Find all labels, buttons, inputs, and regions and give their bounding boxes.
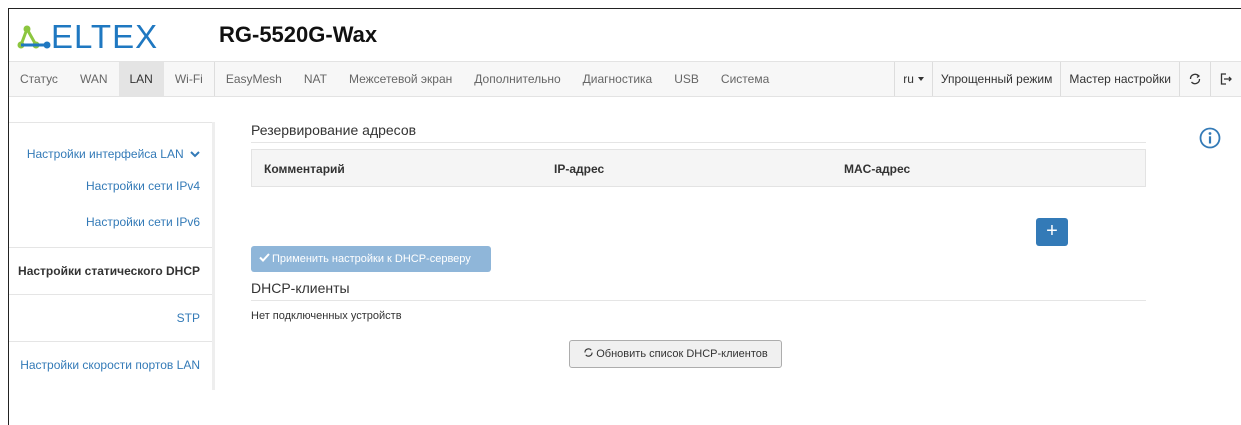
refresh-icon xyxy=(584,348,593,357)
tab-4[interactable]: EasyMesh xyxy=(213,62,293,96)
caret-down-icon xyxy=(917,77,924,81)
sidebar-item-stp[interactable]: STP xyxy=(9,311,212,325)
language-dropdown[interactable]: ru xyxy=(894,62,932,96)
column-header-comment: Комментарий xyxy=(264,162,345,176)
nav-actions: ru Упрощенный режим Мастер настройки xyxy=(894,62,1241,96)
add-reservation-button[interactable]: + xyxy=(1036,218,1068,246)
chevron-down-icon xyxy=(190,151,200,158)
refresh-dhcp-clients-button[interactable]: Обновить список DHCP-клиентов xyxy=(569,340,782,368)
main-navbar: Статус WAN LAN Wi-Fi EasyMesh NAT Межсетевой э… xyxy=(9,61,1241,97)
tab-2[interactable]: LAN xyxy=(118,62,164,96)
tab-9[interactable]: USB xyxy=(663,62,710,96)
sidebar-item-label: Настройки интерфейса LAN xyxy=(26,147,184,161)
sidebar-item-static-dhcp[interactable]: Настройки статического DHCP xyxy=(9,264,212,278)
tab-6[interactable]: Межсетевой экран xyxy=(338,62,463,96)
apply-dhcp-label: Применить настройки к DHCP-серверу xyxy=(272,253,471,265)
tab-5[interactable]: NAT xyxy=(293,62,338,96)
refresh-button[interactable] xyxy=(1179,62,1210,96)
info-icon[interactable] xyxy=(1199,127,1221,149)
nav-tabs: Статус WAN LAN Wi-Fi EasyMesh NAT Межсетевой э… xyxy=(9,62,780,96)
sidebar-item-port-speed[interactable]: Настройки скорости портов LAN xyxy=(9,358,212,372)
column-header-mac: MAC-адрес xyxy=(844,162,911,176)
refresh-dhcp-clients-label: Обновить список DHCP-клиентов xyxy=(596,348,768,360)
refresh-icon xyxy=(1189,73,1201,85)
column-header-ip: IP-адрес xyxy=(554,162,605,176)
sidebar-item-lan-interface[interactable]: Настройки интерфейса LAN xyxy=(9,147,212,161)
sidebar-divider xyxy=(9,122,212,123)
tab-3[interactable]: Wi-Fi xyxy=(164,62,214,96)
check-icon xyxy=(259,253,270,262)
app-window: ELTEX RG-5520G-Wax Статус WAN LAN Wi-Fi Easy… xyxy=(8,8,1241,425)
device-model: RG-5520G-Wax xyxy=(219,22,378,47)
sidebar-item-ipv6[interactable]: Настройки сети IPv6 xyxy=(9,215,212,229)
main-content: Резервирование адресов Комментарий IP-ад… xyxy=(251,122,1146,368)
sidebar: Настройки интерфейса LAN Настройки сети … xyxy=(9,122,215,390)
eltex-logo: ELTEX xyxy=(17,18,158,52)
dhcp-clients-title: DHCP-клиенты xyxy=(251,280,1146,301)
no-clients-text: Нет подключенных устройств xyxy=(251,310,402,322)
sidebar-divider xyxy=(9,247,212,248)
setup-wizard-button[interactable]: Мастер настройки xyxy=(1060,62,1179,96)
tab-8[interactable]: Диагностика xyxy=(572,62,664,96)
reservation-table-header: Комментарий IP-адрес MAC-адрес xyxy=(251,149,1146,187)
reservation-title: Резервирование адресов xyxy=(251,122,1146,143)
logo-text: ELTEX xyxy=(51,18,158,52)
header: ELTEX RG-5520G-Wax xyxy=(9,9,1241,61)
apply-dhcp-button[interactable]: Применить настройки к DHCP-серверу xyxy=(251,246,491,272)
logout-button[interactable] xyxy=(1210,62,1241,96)
language-label: ru xyxy=(903,72,914,86)
tab-10[interactable]: Система xyxy=(710,62,780,96)
tab-0[interactable]: Статус xyxy=(9,62,69,96)
simple-mode-button[interactable]: Упрощенный режим xyxy=(931,62,1060,96)
logout-icon xyxy=(1220,73,1232,85)
tab-7[interactable]: Дополнительно xyxy=(463,62,571,96)
sidebar-divider xyxy=(9,294,212,295)
sidebar-divider xyxy=(9,341,212,342)
tab-1[interactable]: WAN xyxy=(69,62,119,96)
sidebar-item-ipv4[interactable]: Настройки сети IPv4 xyxy=(9,179,212,193)
